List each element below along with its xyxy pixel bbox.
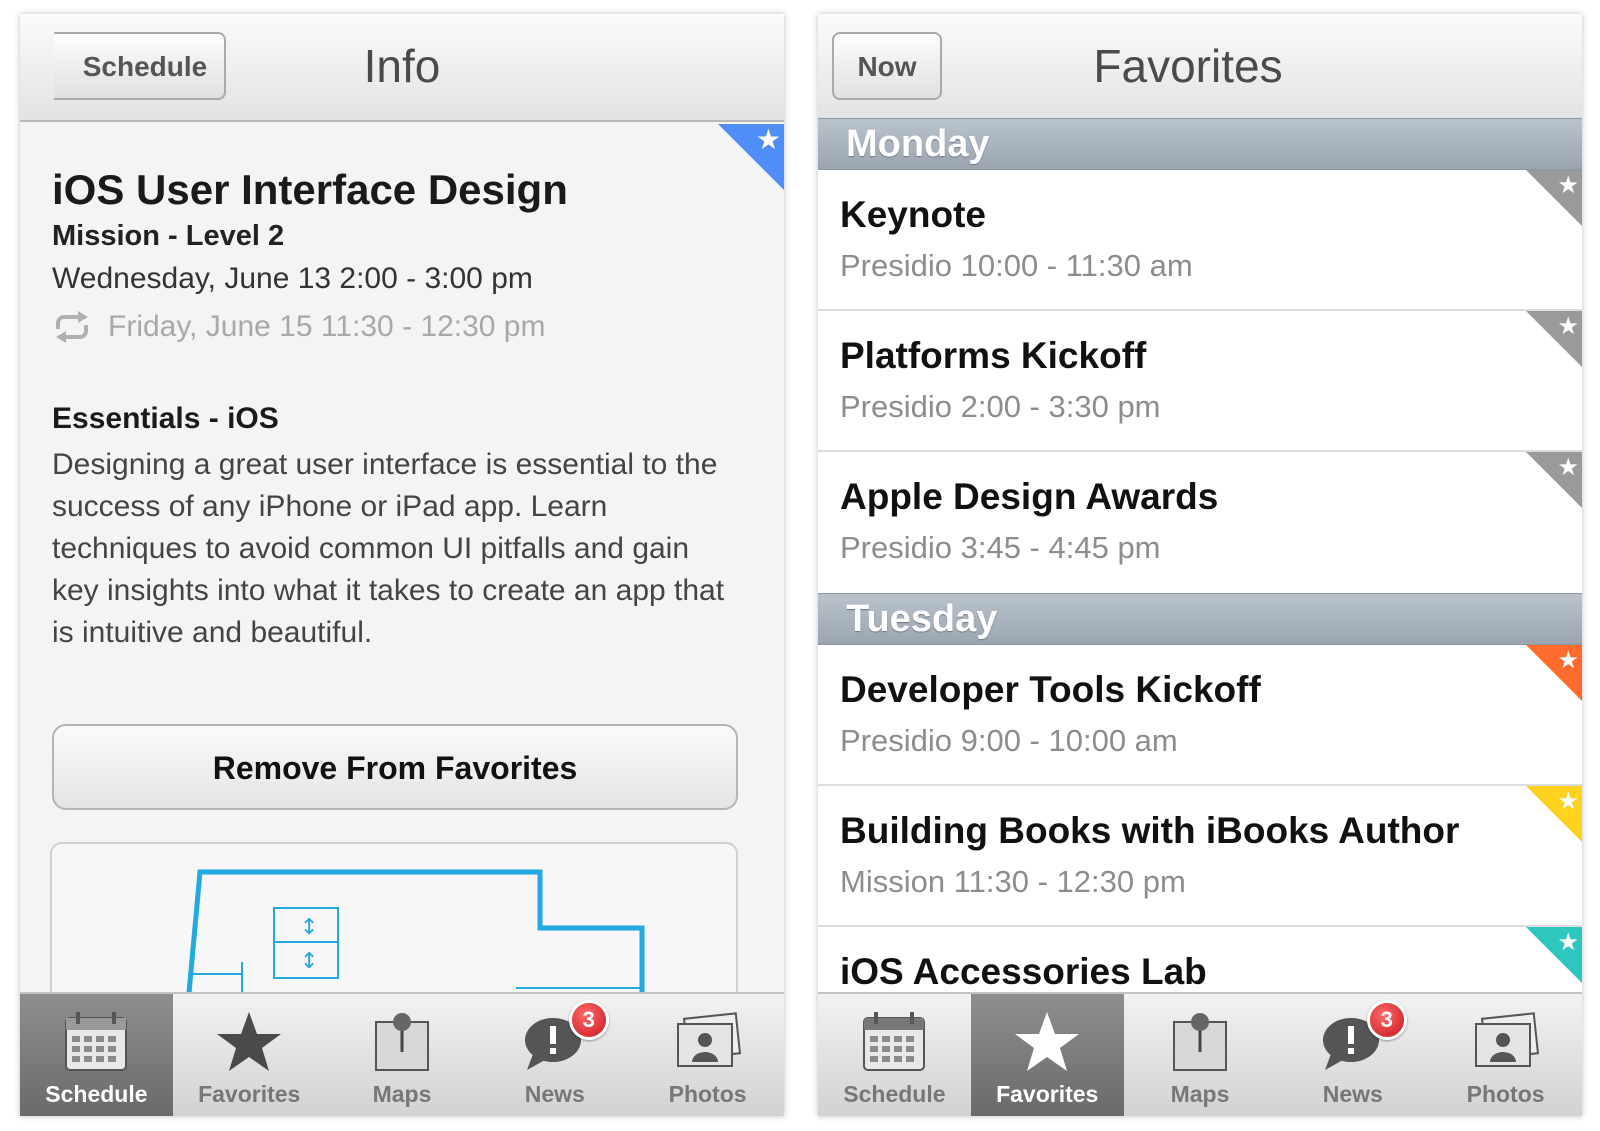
star-icon: ★ (1557, 647, 1579, 674)
list-item[interactable]: ★ iOS Accessories Lab (818, 927, 1582, 992)
calendar-icon (65, 1012, 128, 1071)
star-icon: ★ (755, 124, 781, 155)
session-title: Apple Design Awards (840, 476, 1219, 517)
session-subtitle: Presidio 10:00 - 11:30 am (840, 248, 1193, 283)
tab-schedule[interactable]: Schedule (818, 994, 971, 1116)
star-icon (217, 1012, 282, 1071)
now-button[interactable]: Now (832, 32, 942, 100)
tab-label: Favorites (198, 1081, 301, 1107)
news-badge: 3 (568, 1000, 609, 1040)
session-subtitle: Mission 11:30 - 12:30 pm (840, 864, 1186, 899)
day-label: Tuesday (846, 598, 998, 640)
session-subtitle: Presidio 2:00 - 3:30 pm (840, 389, 1161, 424)
tab-maps[interactable]: Maps (1124, 994, 1277, 1116)
session-title: iOS Accessories Lab (840, 951, 1207, 992)
list-item[interactable]: ★ Developer Tools Kickoff Presidio 9:00 … (818, 645, 1582, 786)
tab-photos[interactable]: Photos (631, 994, 784, 1116)
session-subtitle: Presidio 9:00 - 10:00 am (840, 723, 1178, 758)
star-icon: ★ (1557, 313, 1579, 340)
page-title: Favorites (1093, 40, 1283, 92)
star-icon: ★ (1557, 172, 1579, 199)
tab-bar: Schedule Favorites Maps 3 News Photos (818, 992, 1582, 1116)
photos-icon (676, 1012, 741, 1067)
session-title: Platforms Kickoff (840, 335, 1147, 376)
tab-label: Favorites (996, 1081, 1099, 1107)
tab-label: Maps (372, 1081, 432, 1107)
session-description: Designing a great user interface is esse… (52, 448, 725, 649)
tab-label: Maps (1170, 1081, 1230, 1107)
tab-favorites[interactable]: Favorites (970, 994, 1124, 1116)
tab-label: News (1322, 1081, 1383, 1107)
repeat-session: Friday, June 15 11:30 - 12:30 pm (52, 310, 545, 344)
map-pin-icon (374, 1013, 429, 1071)
tab-news[interactable]: 3 News (1276, 994, 1429, 1116)
tab-photos[interactable]: Photos (1429, 994, 1582, 1116)
svg-text:↕: ↕ (300, 915, 318, 940)
star-icon (1015, 1012, 1080, 1071)
star-icon: ★ (1557, 788, 1579, 815)
back-button[interactable]: Schedule (54, 32, 226, 100)
tab-label: News (524, 1081, 585, 1107)
session-title: Building Books with iBooks Author (840, 810, 1460, 851)
day-header-monday: Monday (818, 118, 1582, 170)
favorites-screen: Now Favorites Monday ★ Keynote Presidio … (818, 14, 1582, 1116)
news-badge: 3 (1366, 1000, 1407, 1040)
list-item[interactable]: ★ Apple Design Awards Presidio 3:45 - 4:… (818, 452, 1582, 593)
navigation-bar: Schedule Info (20, 14, 784, 122)
tab-news[interactable]: 3 News (478, 994, 631, 1116)
svg-text:↕: ↕ (300, 949, 318, 974)
tab-maps[interactable]: Maps (326, 994, 479, 1116)
page-title: Info (363, 40, 441, 92)
repeat-icon (56, 311, 88, 343)
navigation-bar: Now Favorites (818, 14, 1582, 122)
session-subtitle: Presidio 3:45 - 4:45 pm (840, 530, 1161, 565)
session-room: Mission - Level 2 (52, 220, 285, 252)
remove-from-favorites-button[interactable]: Remove From Favorites (52, 724, 738, 810)
session-time: Wednesday, June 13 2:00 - 3:00 pm (52, 262, 533, 295)
tab-label: Schedule (45, 1081, 148, 1107)
star-icon: ★ (1557, 929, 1579, 956)
session-detail: ★ iOS User Interface Design Mission - Le… (20, 124, 784, 1002)
day-header-tuesday: Tuesday (818, 593, 1582, 645)
session-track: Essentials - iOS (52, 402, 279, 435)
tab-label: Photos (668, 1081, 747, 1107)
session-title: iOS User Interface Design (52, 166, 568, 213)
map-pin-icon (1172, 1013, 1227, 1071)
tab-favorites[interactable]: Favorites (173, 994, 326, 1116)
tab-bar: Schedule Favorites Maps 3 News Photos (20, 992, 784, 1116)
tab-schedule[interactable]: Schedule (20, 994, 173, 1116)
list-item[interactable]: ★ Keynote Presidio 10:00 - 11:30 am (818, 170, 1582, 311)
calendar-icon (863, 1012, 926, 1071)
list-item[interactable]: ★ Platforms Kickoff Presidio 2:00 - 3:30… (818, 311, 1582, 452)
session-title: Developer Tools Kickoff (840, 669, 1261, 710)
list-item[interactable]: ★ Building Books with iBooks Author Miss… (818, 786, 1582, 927)
floor-map[interactable]: ↕ ↕ (50, 842, 738, 1002)
back-button-label: Schedule (82, 51, 208, 82)
favorites-list[interactable]: Monday ★ Keynote Presidio 10:00 - 11:30 … (818, 118, 1582, 992)
day-label: Monday (846, 123, 990, 165)
star-icon: ★ (1557, 454, 1579, 481)
repeat-time: Friday, June 15 11:30 - 12:30 pm (108, 310, 546, 343)
tab-label: Photos (1466, 1081, 1545, 1107)
photos-icon (1474, 1012, 1539, 1067)
tab-label: Schedule (843, 1081, 946, 1107)
session-title: Keynote (840, 194, 986, 235)
info-screen: Schedule Info ★ iOS User Interface Desig… (20, 14, 784, 1116)
floor-map-drawing: ↕ ↕ (185, 869, 645, 1000)
